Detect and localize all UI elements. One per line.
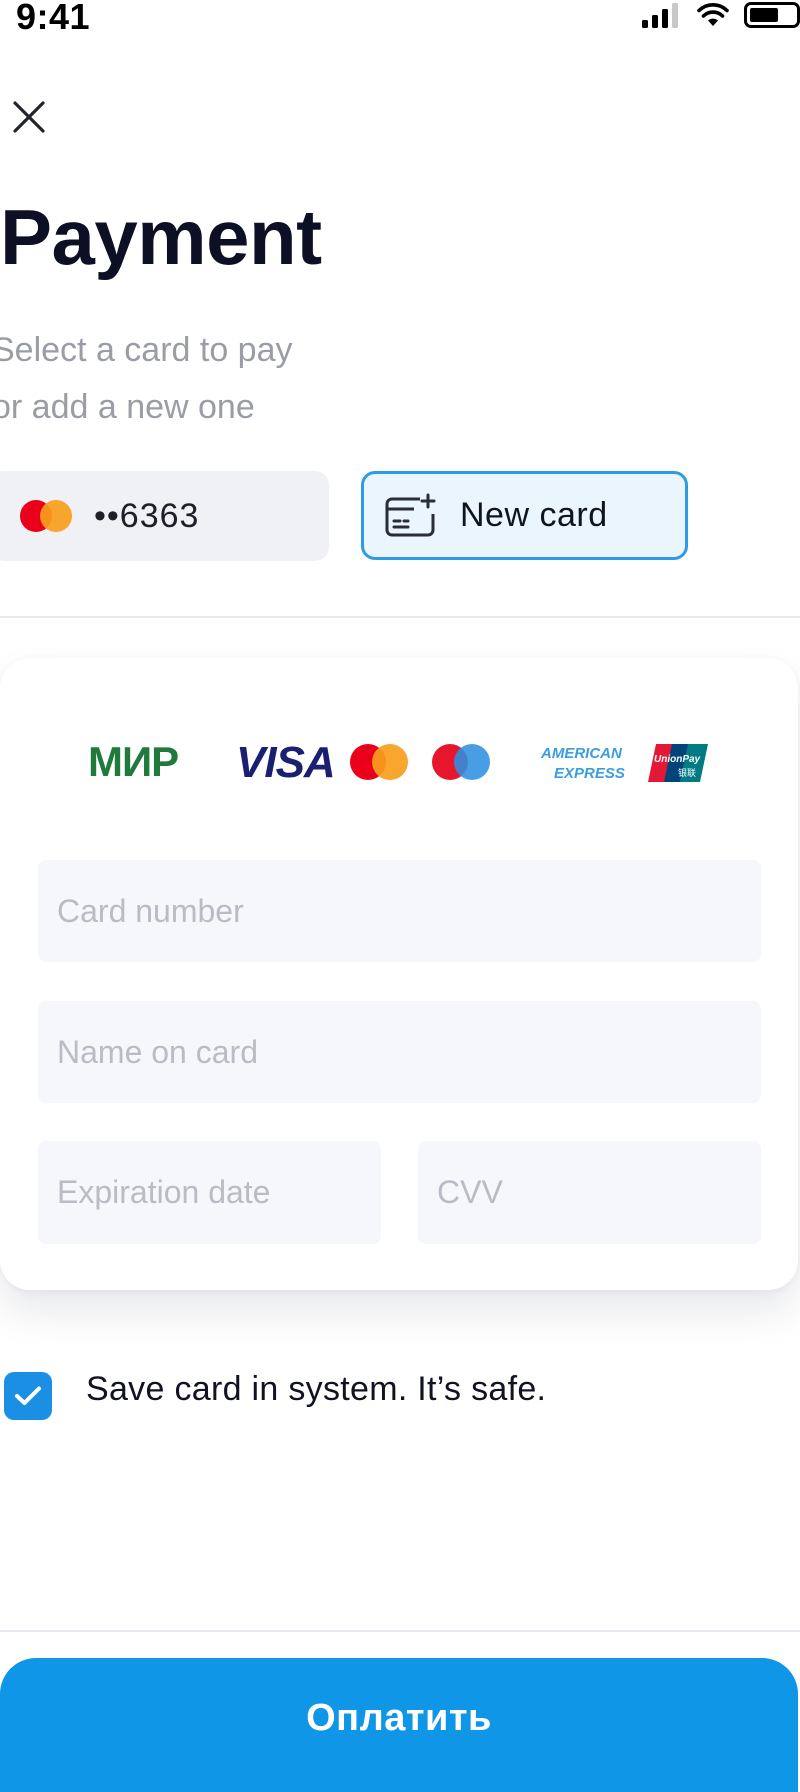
card-form: МИР VISA AMERICAN EXPRESS UnionPay 银联 — [0, 658, 798, 1290]
svg-text:EXPRESS: EXPRESS — [554, 765, 625, 782]
card-number-input[interactable] — [38, 860, 761, 962]
save-card-label: Save card in system. It’s safe. — [86, 1370, 547, 1408]
battery-icon — [744, 2, 800, 28]
name-on-card-input[interactable] — [38, 1001, 761, 1103]
new-card-label: New card — [460, 496, 608, 534]
expiration-date-input[interactable] — [38, 1141, 381, 1244]
pay-button-label: Оплатить — [306, 1697, 492, 1739]
status-icons — [642, 0, 800, 30]
pay-button[interactable]: Оплатить — [0, 1658, 798, 1792]
unionpay-logo-icon: UnionPay 银联 — [648, 744, 708, 782]
saved-card-number: ••6363 — [94, 496, 200, 535]
checkmark-icon — [15, 1386, 41, 1405]
save-card-checkbox[interactable] — [4, 1372, 52, 1420]
accepted-brands: МИР VISA AMERICAN EXPRESS UnionPay 银联 — [88, 738, 708, 787]
cvv-input[interactable] — [418, 1141, 761, 1244]
new-card-button[interactable]: New card — [361, 471, 688, 560]
svg-text:UnionPay: UnionPay — [654, 754, 701, 765]
page-title: Payment — [0, 193, 322, 281]
svg-text:银联: 银联 — [678, 767, 696, 779]
saved-card-chip[interactable]: ••6363 — [0, 471, 329, 561]
signal-icon — [642, 3, 678, 28]
visa-logo-icon: VISA — [236, 738, 335, 787]
amex-logo-icon: AMERICAN EXPRESS — [540, 745, 625, 782]
mir-logo-icon: МИР — [88, 738, 178, 785]
add-card-icon — [385, 493, 436, 536]
status-time: 9:41 — [16, 0, 91, 37]
close-icon — [13, 101, 45, 133]
divider — [0, 616, 800, 618]
mastercard-brand-icon — [350, 744, 408, 780]
divider — [0, 1630, 800, 1632]
mastercard-logo-icon — [20, 500, 72, 532]
svg-text:AMERICAN: AMERICAN — [540, 745, 623, 762]
page-subtitle: Select a card to pay or add a new one — [0, 331, 293, 426]
close-button[interactable] — [10, 98, 48, 136]
maestro-brand-icon — [432, 744, 490, 780]
wifi-icon — [697, 3, 729, 26]
